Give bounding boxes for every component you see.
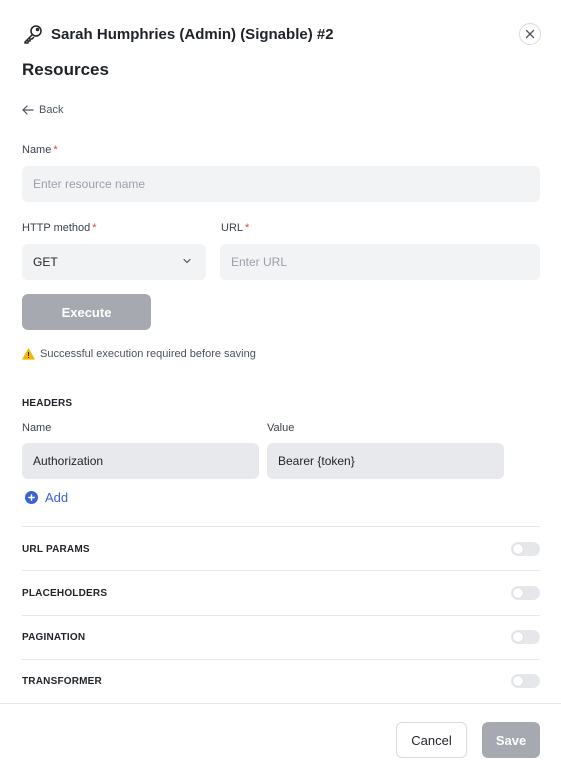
url-placeholder: Enter URL: [231, 255, 288, 269]
url-label-text: URL: [221, 222, 244, 234]
back-label: Back: [39, 104, 64, 116]
header-value-input[interactable]: Bearer {token}: [267, 443, 504, 479]
add-label: Add: [45, 490, 69, 505]
cancel-button[interactable]: Cancel: [396, 722, 467, 758]
header-name-column: Name: [22, 422, 52, 434]
close-button[interactable]: [519, 23, 541, 45]
divider: [22, 570, 540, 571]
placeholders-toggle[interactable]: [511, 586, 540, 600]
url-params-label: URL PARAMS: [22, 544, 90, 555]
page-title: Resources: [22, 60, 109, 79]
transformer-toggle[interactable]: [511, 674, 540, 688]
method-label-text: HTTP method: [22, 222, 91, 234]
header-name-input[interactable]: Authorization: [22, 443, 259, 479]
divider: [22, 526, 540, 527]
url-params-toggle[interactable]: [511, 542, 540, 556]
divider: [22, 615, 540, 616]
toggle-knob: [513, 632, 523, 642]
pagination-toggle[interactable]: [511, 630, 540, 644]
toggle-knob: [513, 544, 523, 554]
divider: [22, 659, 540, 660]
required-mark: *: [92, 222, 97, 234]
http-method-label: HTTP method *: [22, 222, 97, 234]
warning-text: Successful execution required before sav…: [40, 348, 256, 360]
arrow-left-icon: [22, 105, 34, 115]
modal-title: Sarah Humphries (Admin) (Signable) #2: [51, 25, 334, 43]
resource-name-input[interactable]: Enter resource name: [22, 166, 540, 202]
required-mark: *: [53, 144, 58, 156]
name-placeholder: Enter resource name: [33, 177, 146, 191]
header-name-value: Authorization: [33, 454, 104, 468]
name-label: Name *: [22, 144, 58, 156]
name-label-text: Name: [22, 144, 52, 156]
warning-icon: [22, 348, 35, 360]
modal-header: Sarah Humphries (Admin) (Signable) #2: [22, 22, 541, 46]
close-icon: [525, 29, 535, 39]
http-method-select[interactable]: GET: [22, 244, 206, 280]
execution-warning: Successful execution required before sav…: [22, 348, 256, 360]
plus-icon: [25, 491, 38, 504]
back-link[interactable]: Back: [22, 104, 63, 116]
add-header-button[interactable]: Add: [25, 490, 68, 505]
execute-button[interactable]: Execute: [22, 294, 151, 330]
placeholders-label: PLACEHOLDERS: [22, 588, 108, 599]
pagination-label: PAGINATION: [22, 632, 86, 643]
url-label: URL *: [221, 222, 249, 234]
header-value-value: Bearer {token}: [278, 454, 355, 468]
method-value: GET: [33, 255, 58, 269]
save-button[interactable]: Save: [482, 722, 540, 758]
toggle-knob: [513, 588, 523, 598]
key-icon: [22, 23, 44, 45]
footer-divider: [0, 703, 561, 704]
chevron-down-icon: [183, 258, 191, 264]
url-input[interactable]: Enter URL: [220, 244, 540, 280]
toggle-knob: [513, 676, 523, 686]
transformer-label: TRANSFORMER: [22, 676, 102, 687]
header-value-column: Value: [267, 422, 295, 434]
headers-section-title: HEADERS: [22, 398, 73, 409]
required-mark: *: [245, 222, 250, 234]
